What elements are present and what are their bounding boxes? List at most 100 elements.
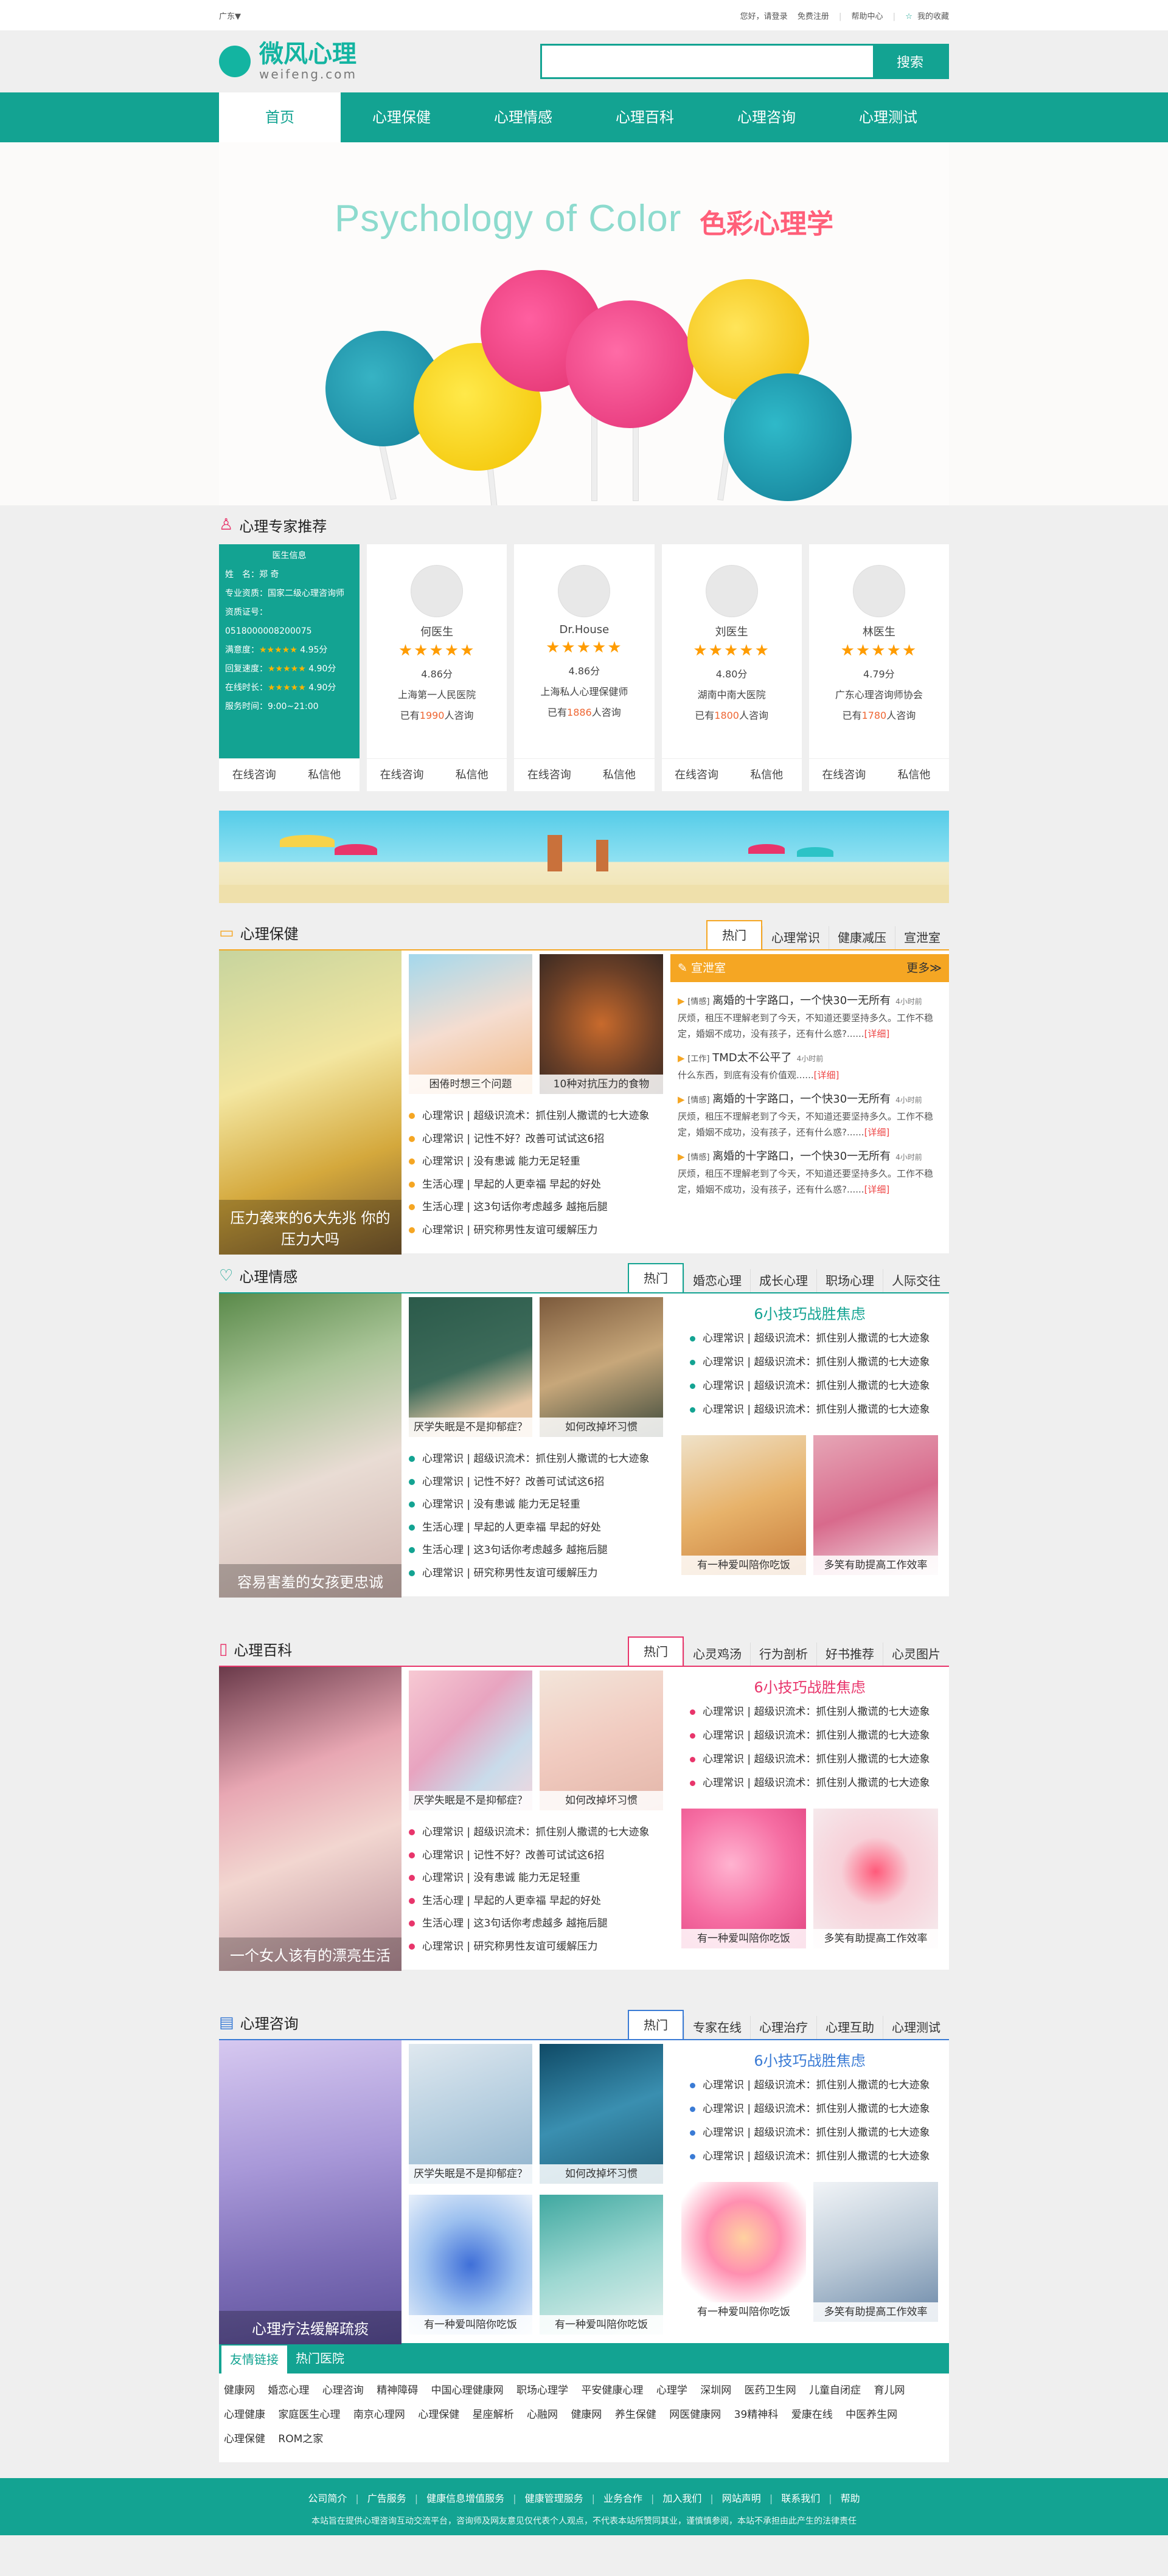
- nav-home[interactable]: 首页: [219, 92, 341, 142]
- message-button[interactable]: 私信他: [290, 759, 360, 791]
- message-button[interactable]: 私信他: [584, 759, 654, 791]
- footer-link[interactable]: 加入我们: [662, 2493, 701, 2504]
- friend-link[interactable]: 星座解析: [473, 2409, 514, 2421]
- friend-link[interactable]: 医药卫生网: [745, 2384, 796, 2397]
- message-button[interactable]: 私信他: [437, 759, 507, 791]
- news-item[interactable]: ▶ [情感] 离婚的十字路口，一个快30一无所有 4小时前 厌烦，租压不理解老到了今…: [678, 1149, 942, 1197]
- footer-link[interactable]: 健康管理服务: [525, 2493, 583, 2504]
- friend-link[interactable]: 深圳网: [700, 2384, 731, 2397]
- friend-link[interactable]: 39精神科: [734, 2409, 779, 2421]
- tab-behavior[interactable]: 行为剖析: [750, 1643, 816, 1666]
- list-item[interactable]: 心理常识 | 超级识流术：抓住别人撒谎的七大迹象: [670, 1398, 949, 1422]
- footer-link[interactable]: 公司简介: [308, 2493, 347, 2504]
- footer-link[interactable]: 帮助: [841, 2493, 860, 2504]
- news-item[interactable]: ▶ [情感] 离婚的十字路口，一个快30一无所有 4小时前 厌烦，租压不理解老到了今…: [678, 993, 942, 1042]
- article-thumb[interactable]: 有一种爱叫陪你吃饭: [681, 1435, 806, 1575]
- tab-hot[interactable]: 热门: [628, 1263, 684, 1292]
- tab-friend-links[interactable]: 友情链接: [221, 2346, 287, 2373]
- list-item[interactable]: 心理常识 | 记性不好？改善可试试这6招: [409, 1471, 663, 1494]
- list-item[interactable]: 心理常识 | 超级识流术：抓住别人撒谎的七大迹象: [670, 1374, 949, 1398]
- friend-link[interactable]: 中国心理健康网: [431, 2384, 504, 2397]
- friend-link[interactable]: 健康网: [571, 2409, 602, 2421]
- article-thumb[interactable]: 多笑有助提高工作效率: [813, 2182, 938, 2322]
- friend-link[interactable]: 心融网: [527, 2409, 558, 2421]
- footer-link[interactable]: 业务合作: [603, 2493, 642, 2504]
- tab-growth[interactable]: 成长心理: [750, 1269, 816, 1292]
- list-item[interactable]: 心理常识 | 超级识流术：抓住别人撒谎的七大迹象: [670, 2145, 949, 2169]
- list-item[interactable]: 心理常识 | 超级识流术：抓住别人撒谎的七大迹象: [670, 1327, 949, 1351]
- friend-link[interactable]: 家庭医生心理: [278, 2409, 340, 2421]
- feature-image[interactable]: 心理疗法缓解疏痰: [219, 2040, 401, 2344]
- consult-button[interactable]: 在线咨询: [219, 759, 290, 791]
- consult-button[interactable]: 在线咨询: [809, 759, 879, 791]
- search-input[interactable]: [542, 46, 873, 77]
- friend-link[interactable]: 育儿网: [874, 2384, 905, 2397]
- nav-test[interactable]: 心理测试: [827, 92, 949, 142]
- expert-card[interactable]: 何医生 ★★★★★ 4.86分 上海第一人民医院 已有1990人咨询 在线咨询私…: [367, 544, 507, 791]
- footer-link[interactable]: 联系我们: [781, 2493, 820, 2504]
- friend-link[interactable]: 爱康在线: [791, 2409, 833, 2421]
- nav-emotion[interactable]: 心理情感: [462, 92, 584, 142]
- nav-consult[interactable]: 心理咨询: [706, 92, 827, 142]
- friend-link[interactable]: 职场心理学: [516, 2384, 568, 2397]
- tab-social[interactable]: 人际交往: [883, 1269, 949, 1292]
- article-thumb[interactable]: 有一种爱叫陪你吃饭: [540, 2195, 663, 2335]
- article-thumb[interactable]: 如何改掉坏习惯: [540, 1671, 663, 1810]
- logo[interactable]: 微风心理 weifeng.com: [219, 41, 357, 81]
- tab-soup[interactable]: 心灵鸡汤: [684, 1643, 750, 1666]
- list-item[interactable]: 心理常识 | 没有患诚 能力无足轻重: [409, 1151, 663, 1174]
- footer-link[interactable]: 广告服务: [367, 2493, 406, 2504]
- news-item[interactable]: ▶ [情感] 离婚的十字路口，一个快30一无所有 4小时前 厌烦，租压不理解老到了今…: [678, 1092, 942, 1140]
- list-item[interactable]: 心理常识 | 超级识流术：抓住别人撒谎的七大迹象: [670, 1748, 949, 1771]
- expert-card[interactable]: 刘医生 ★★★★★ 4.80分 湖南中南大医院 已有1800人咨询 在线咨询 私信…: [661, 544, 802, 791]
- list-item[interactable]: 心理常识 | 超级识流术：抓住别人撒谎的七大迹象: [409, 1821, 663, 1844]
- list-item[interactable]: 心理常识 | 没有患诚 能力无足轻重: [409, 1867, 663, 1890]
- friend-link[interactable]: 心理保健: [224, 2433, 265, 2445]
- region-select[interactable]: 广东▼: [219, 10, 241, 21]
- article-thumb[interactable]: 厌学失眠是不是抑郁症？: [409, 1297, 532, 1437]
- tab-test[interactable]: 心理测试: [883, 2016, 949, 2039]
- friend-link[interactable]: 心理健康: [224, 2409, 265, 2421]
- friend-link[interactable]: 精神障碍: [377, 2384, 418, 2397]
- friend-link[interactable]: 婚恋心理: [268, 2384, 309, 2397]
- list-item[interactable]: 生活心理 | 这3句话你考虑越多 越拖后腿: [409, 1913, 663, 1936]
- tab-hospitals[interactable]: 热门医院: [287, 2343, 353, 2373]
- tab-common[interactable]: 心理常识: [762, 926, 829, 949]
- consult-button[interactable]: 在线咨询: [367, 759, 437, 791]
- list-item[interactable]: 生活心理 | 早起的人更幸福 早起的好处: [409, 1517, 663, 1540]
- article-thumb[interactable]: 如何改掉坏习惯: [540, 2044, 663, 2184]
- favorites-link[interactable]: 我的收藏: [917, 12, 949, 21]
- tab-work[interactable]: 职场心理: [816, 1269, 883, 1292]
- tab-love[interactable]: 婚恋心理: [684, 1269, 750, 1292]
- list-item[interactable]: 心理常识 | 记性不好？改善可试试这6招: [409, 1844, 663, 1868]
- friend-link[interactable]: 心理学: [656, 2384, 687, 2397]
- friend-link[interactable]: 网医健康网: [669, 2409, 721, 2421]
- friend-link[interactable]: 心理保健: [418, 2409, 459, 2421]
- list-item[interactable]: 心理常识 | 超级识流术：抓住别人撒谎的七大迹象: [670, 1700, 949, 1724]
- tab-books[interactable]: 好书推荐: [816, 1643, 883, 1666]
- login-link[interactable]: 您好，请登录: [740, 12, 788, 21]
- friend-link[interactable]: 中医养生网: [846, 2409, 897, 2421]
- tab-images[interactable]: 心灵图片: [883, 1643, 949, 1666]
- beach-ad-banner[interactable]: [219, 811, 949, 903]
- list-item[interactable]: 心理常识 | 超级识流术：抓住别人撒谎的七大迹象: [670, 2121, 949, 2145]
- list-item[interactable]: 心理常识 | 研究称男性友谊可缓解压力: [409, 1562, 663, 1585]
- list-item[interactable]: 心理常识 | 超级识流术：抓住别人撒谎的七大迹象: [670, 1771, 949, 1795]
- tab-vent[interactable]: 宣泄室: [895, 926, 949, 949]
- article-thumb[interactable]: 多笑有助提高工作效率: [813, 1435, 938, 1575]
- friend-link[interactable]: 南京心理网: [353, 2409, 405, 2421]
- feature-image[interactable]: 一个女人该有的漂亮生活: [219, 1667, 401, 1971]
- tab-hot[interactable]: 热门: [628, 1636, 684, 1666]
- expert-card[interactable]: Dr.House ★★★★★ 4.86分 上海私人心理保健师 已有1886人咨询…: [514, 544, 655, 791]
- tab-mutual[interactable]: 心理互助: [816, 2016, 883, 2039]
- list-item[interactable]: 生活心理 | 这3句话你考虑越多 越拖后腿: [409, 1196, 663, 1219]
- list-item[interactable]: 心理常识 | 研究称男性友谊可缓解压力: [409, 1219, 663, 1242]
- list-item[interactable]: 心理常识 | 超级识流术：抓住别人撒谎的七大迹象: [409, 1105, 663, 1128]
- friend-link[interactable]: 平安健康心理: [581, 2384, 643, 2397]
- friend-link[interactable]: 心理咨询: [322, 2384, 364, 2397]
- article-thumb[interactable]: 厌学失眠是不是抑郁症？: [409, 2044, 532, 2184]
- footer-link[interactable]: 健康信息增值服务: [426, 2493, 504, 2504]
- article-thumb[interactable]: 厌学失眠是不是抑郁症？: [409, 1671, 532, 1810]
- list-item[interactable]: 心理常识 | 超级识流术：抓住别人撒谎的七大迹象: [670, 1351, 949, 1374]
- tab-stress[interactable]: 健康减压: [829, 926, 895, 949]
